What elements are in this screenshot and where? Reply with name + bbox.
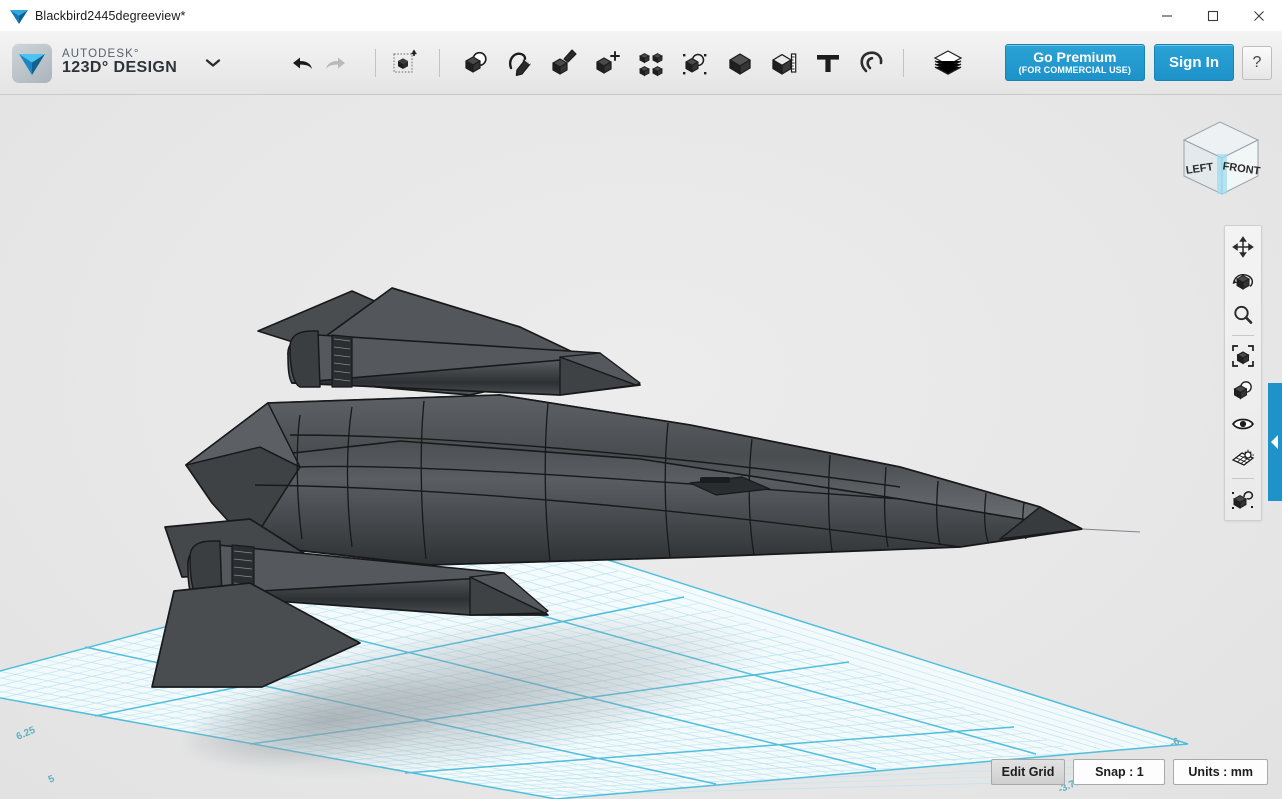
side-panel-toggle[interactable]: [1268, 383, 1282, 501]
units-field[interactable]: Units : mm: [1173, 759, 1268, 785]
viewport-canvas[interactable]: 6.25 5 3.75 -6 -3.75 LEFT FRONT: [0, 95, 1282, 799]
navbar-divider: [1232, 335, 1254, 336]
snap-field[interactable]: Snap : 1: [1073, 759, 1166, 785]
brand-line-2: 123D° DESIGN: [62, 59, 178, 77]
maximize-icon[interactable]: [1190, 0, 1236, 31]
help-button[interactable]: ?: [1242, 45, 1272, 80]
status-bar: Edit Grid Snap : 1 Units : mm: [983, 759, 1268, 785]
pan-arrows-icon[interactable]: [1227, 230, 1259, 264]
fit-cube-icon[interactable]: [1227, 339, 1259, 373]
text-t-icon[interactable]: [811, 43, 845, 83]
go-premium-label: Go Premium: [1033, 48, 1117, 65]
orbit-cube-icon[interactable]: [1227, 264, 1259, 298]
magnet-icon[interactable]: [855, 43, 889, 83]
scene-svg: 6.25 5 3.75 -6 -3.75: [0, 287, 1189, 799]
brand-logo[interactable]: AUTODESK° 123D° DESIGN: [12, 42, 178, 83]
grid-sun-icon[interactable]: [1227, 441, 1259, 475]
close-icon[interactable]: [1236, 0, 1282, 31]
layers-stack-icon[interactable]: [931, 43, 965, 83]
toolbar-separator: [439, 48, 441, 77]
cube-plus-icon[interactable]: [591, 43, 625, 83]
grid-label-left-1: 6.25: [15, 725, 38, 743]
go-premium-sublabel: (FOR COMMERCIAL USE): [1018, 64, 1131, 75]
toolbar-separator: [903, 48, 905, 77]
go-premium-button[interactable]: Go Premium (FOR COMMERCIAL USE): [1004, 43, 1145, 82]
view-cube-icon[interactable]: LEFT FRONT: [1170, 110, 1270, 200]
edit-grid-button[interactable]: Edit Grid: [990, 759, 1066, 785]
redo-arrow-icon[interactable]: [319, 43, 353, 83]
navigation-toolbar: [1224, 225, 1262, 521]
cube-solid-icon[interactable]: [723, 43, 757, 83]
cube-move-icon[interactable]: [389, 43, 423, 83]
undo-redo-group: [285, 43, 353, 83]
cube-snap-icon[interactable]: [1227, 482, 1259, 516]
cube-ruler-icon[interactable]: [767, 43, 801, 83]
grid-label-right-1: -6: [1169, 736, 1182, 750]
window-title: Blackbird2445degreeview*: [35, 8, 186, 23]
cube-shading-icon[interactable]: [1227, 373, 1259, 407]
minimize-icon[interactable]: [1144, 0, 1190, 31]
autodesk-pyramid-icon: [8, 5, 30, 27]
cube-extrude-icon[interactable]: [547, 43, 581, 83]
sign-in-button[interactable]: Sign In: [1154, 44, 1234, 81]
app-window: Blackbird2445degreeview* AUTODESK° 123D°…: [0, 0, 1282, 799]
navbar-divider: [1232, 478, 1254, 479]
magnifier-icon[interactable]: [1227, 298, 1259, 332]
toolbar-right-group: Go Premium (FOR COMMERCIAL USE) Sign In …: [1004, 43, 1272, 82]
eye-icon[interactable]: [1227, 407, 1259, 441]
autodesk-badge-icon: [12, 42, 52, 83]
cube-group-icon[interactable]: [679, 43, 713, 83]
cube-sphere-icon[interactable]: [459, 43, 493, 83]
undo-arrow-icon[interactable]: [285, 43, 319, 83]
chevron-left-icon: [1271, 435, 1278, 449]
sketch-pen-icon[interactable]: [503, 43, 537, 83]
main-toolbar: AUTODESK° 123D° DESIGN Go Premium (FOR C…: [0, 31, 1282, 95]
title-bar: Blackbird2445degreeview*: [0, 0, 1282, 32]
pattern-grid-icon[interactable]: [635, 43, 669, 83]
toolbar-separator: [375, 48, 377, 77]
chevron-down-icon[interactable]: [203, 53, 223, 73]
window-controls: [1144, 0, 1282, 31]
grid-label-left-2: 5: [47, 773, 57, 785]
